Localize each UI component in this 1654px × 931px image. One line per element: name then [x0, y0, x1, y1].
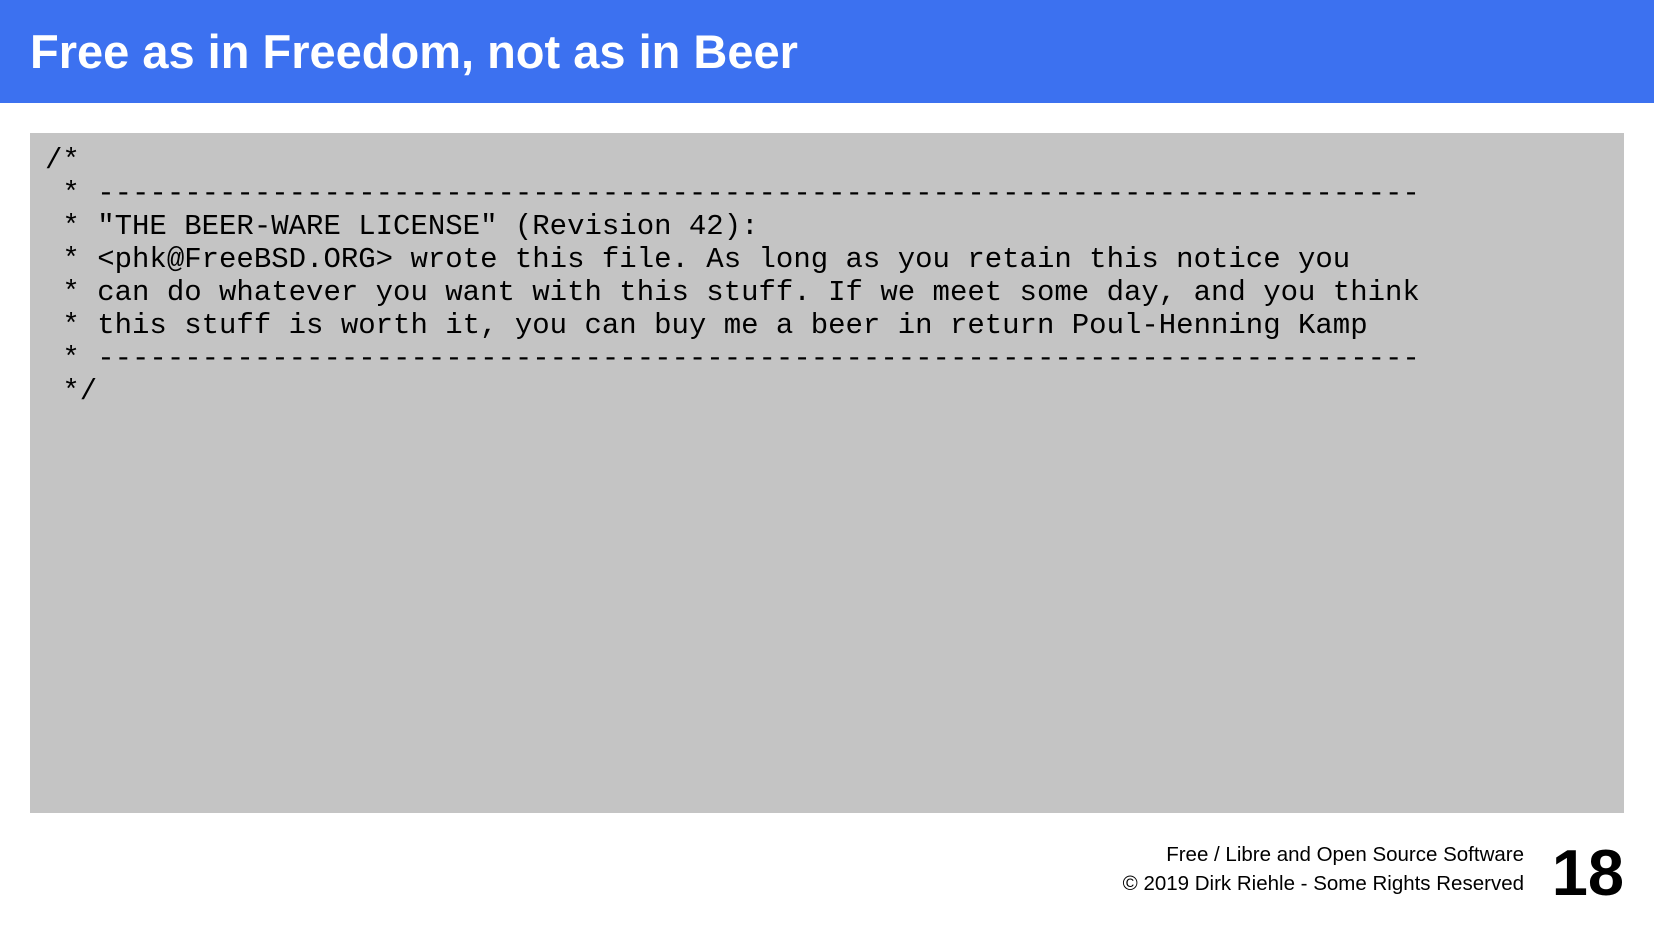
title-bar: Free as in Freedom, not as in Beer: [0, 0, 1654, 103]
code-line: */: [45, 375, 98, 408]
page-number: 18: [1551, 836, 1624, 909]
code-line: * --------------------------------------…: [45, 177, 1420, 210]
code-line: /*: [45, 144, 80, 177]
code-line: * this stuff is worth it, you can buy me…: [45, 309, 1368, 342]
footer: Free / Libre and Open Source Software © …: [1123, 840, 1524, 898]
footer-course-title: Free / Libre and Open Source Software: [1166, 843, 1524, 866]
code-block: /* * -----------------------------------…: [30, 133, 1624, 813]
code-line: * <phk@FreeBSD.ORG> wrote this file. As …: [45, 243, 1351, 276]
footer-copyright: © 2019 Dirk Riehle - Some Rights Reserve…: [1122, 872, 1524, 895]
code-line: * --------------------------------------…: [45, 342, 1420, 375]
slide-title: Free as in Freedom, not as in Beer: [30, 25, 798, 78]
code-line: * "THE BEER-WARE LICENSE" (Revision 42):: [45, 210, 759, 243]
code-line: * can do whatever you want with this stu…: [45, 276, 1420, 309]
